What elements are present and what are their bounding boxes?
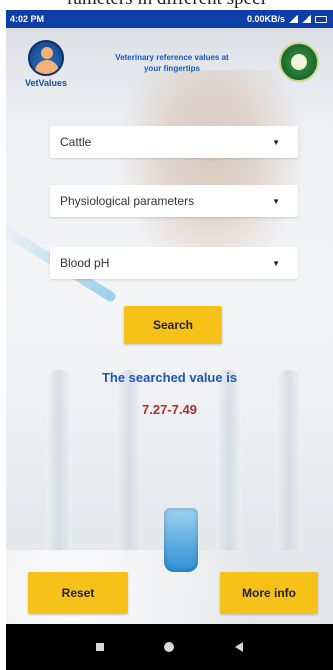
status-time: 4:02 PM bbox=[10, 14, 45, 24]
square-icon[interactable] bbox=[96, 643, 105, 651]
navigation-bar bbox=[6, 624, 333, 670]
wifi-icon bbox=[302, 15, 311, 23]
result-label: The searched value is bbox=[101, 370, 238, 385]
background-test-tube bbox=[216, 370, 242, 570]
circle-icon[interactable] bbox=[164, 642, 175, 652]
reset-button[interactable]: Reset bbox=[28, 572, 128, 614]
triangle-back-icon[interactable] bbox=[234, 642, 243, 652]
species-dropdown[interactable]: Cattle ▼ bbox=[50, 126, 298, 158]
signal-icon bbox=[289, 15, 298, 23]
caret-down-icon: ▼ bbox=[272, 258, 280, 268]
battery-icon bbox=[315, 15, 327, 23]
app-logo-text: VetValues bbox=[24, 78, 68, 88]
tagline-line-1: Veterinary reference values at bbox=[115, 53, 229, 62]
background-test-tube bbox=[276, 370, 302, 570]
background-test-tube bbox=[46, 370, 72, 570]
parameter-dropdown-value: Blood pH bbox=[60, 256, 110, 270]
caret-down-icon: ▼ bbox=[272, 137, 280, 147]
tagline: Veterinary reference values at your fing… bbox=[86, 52, 258, 74]
result-value: 7.27-7.49 bbox=[142, 402, 197, 417]
status-icons: 0.00KB/s bbox=[247, 14, 327, 24]
caret-down-icon: ▼ bbox=[272, 196, 280, 206]
top-caption: rameters in different speci bbox=[0, 0, 333, 10]
parameter-dropdown[interactable]: Blood pH ▼ bbox=[50, 247, 298, 279]
search-button[interactable]: Search bbox=[124, 306, 222, 344]
tagline-line-2: your fingertips bbox=[143, 64, 200, 73]
more-info-button[interactable]: More info bbox=[220, 572, 318, 614]
category-dropdown[interactable]: Physiological parameters ▼ bbox=[50, 185, 298, 217]
background-test-tube bbox=[116, 370, 142, 570]
background-blue-vial bbox=[164, 508, 198, 572]
university-seal-icon bbox=[279, 42, 319, 82]
network-speed: 0.00KB/s bbox=[246, 14, 285, 24]
phone-screen: 4:02 PM 0.00KB/s VetValues Veterinary re… bbox=[6, 10, 333, 670]
vet-person-logo-icon bbox=[28, 40, 64, 76]
status-bar: 4:02 PM 0.00KB/s bbox=[6, 10, 333, 28]
category-dropdown-value: Physiological parameters bbox=[60, 194, 195, 208]
app-logo: VetValues bbox=[22, 40, 70, 96]
species-dropdown-value: Cattle bbox=[60, 135, 92, 149]
